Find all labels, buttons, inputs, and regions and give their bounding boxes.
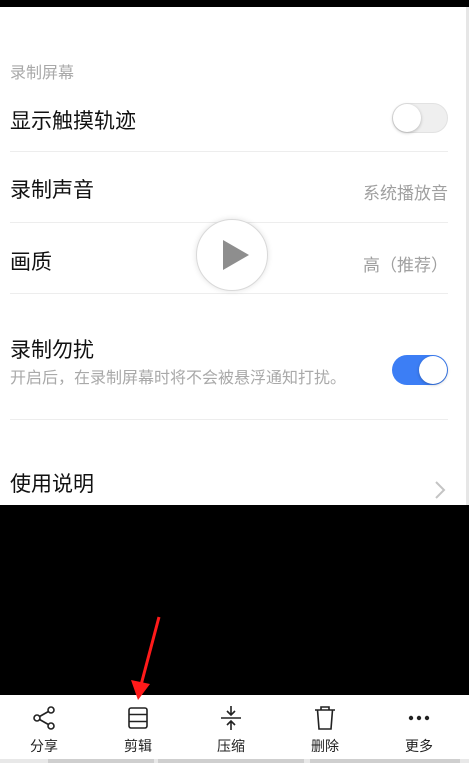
quality-value: 高（推荐） [363, 256, 448, 276]
setting-label: 显示触摸轨迹 [10, 109, 136, 133]
bottom-toolbar: 分享 剪辑 压缩 删除 更多 [0, 695, 469, 763]
top-black-bar [0, 0, 469, 7]
chevron-right-icon [435, 481, 446, 499]
edit-icon [128, 707, 148, 729]
bottom-strip [0, 759, 469, 763]
tool-label: 剪辑 [124, 739, 152, 755]
do-not-disturb-toggle[interactable] [392, 355, 448, 385]
play-button[interactable] [196, 219, 268, 291]
share-button[interactable]: 分享 [4, 695, 84, 763]
touch-trail-toggle[interactable] [392, 103, 448, 133]
record-sound-value: 系统播放音 [363, 184, 448, 204]
delete-button[interactable]: 删除 [285, 695, 365, 763]
more-icon [408, 715, 430, 721]
setting-description: 开启后，在录制屏幕时将不会被悬浮通知打扰。 [10, 368, 347, 387]
setting-label: 录制声音 [10, 178, 94, 202]
toggle-knob [393, 104, 421, 132]
play-icon [223, 240, 249, 270]
tool-label: 更多 [405, 739, 433, 755]
setting-row-do-not-disturb[interactable]: 录制勿扰 开启后，在录制屏幕时将不会被悬浮通知打扰。 [0, 294, 466, 419]
tool-label: 删除 [311, 739, 339, 755]
trash-icon [315, 706, 335, 730]
toggle-knob [419, 356, 447, 384]
edit-button[interactable]: 剪辑 [98, 695, 178, 763]
setting-label: 录制勿扰 [10, 338, 94, 362]
setting-label: 画质 [10, 250, 52, 274]
compress-button[interactable]: 压缩 [191, 695, 271, 763]
share-icon [33, 706, 55, 730]
compress-icon [221, 706, 241, 730]
setting-row-instructions[interactable]: 使用说明 [0, 420, 466, 505]
tool-label: 压缩 [217, 739, 245, 755]
tool-label: 分享 [30, 739, 58, 755]
section-title: 录制屏幕 [10, 63, 75, 82]
video-preview-area [0, 505, 469, 695]
setting-row-touch-trail[interactable]: 显示触摸轨迹 [0, 87, 466, 151]
more-button[interactable]: 更多 [379, 695, 459, 763]
setting-label: 使用说明 [10, 472, 94, 496]
setting-row-record-sound[interactable]: 录制声音 系统播放音 [0, 152, 466, 222]
